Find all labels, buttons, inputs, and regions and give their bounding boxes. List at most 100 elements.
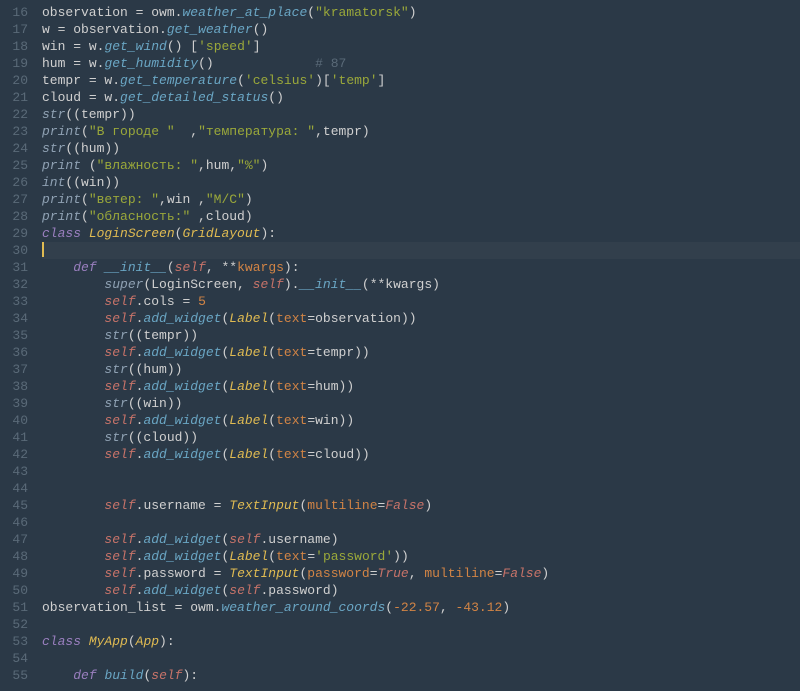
code-line[interactable]: self.add_widget(Label(text=tempr))	[42, 344, 800, 361]
code-token: -43.12	[456, 600, 503, 615]
code-line[interactable]: super(LoginScreen, self).__init__(**kwar…	[42, 276, 800, 293]
line-number: 20	[6, 72, 28, 89]
code-line[interactable]: self.add_widget(Label(text=cloud))	[42, 446, 800, 463]
code-token	[42, 311, 104, 326]
code-token: 5	[198, 294, 206, 309]
code-token: observation	[42, 5, 136, 20]
code-token: ,	[409, 566, 425, 581]
code-token: LoginScreen	[89, 226, 175, 241]
code-line[interactable]: hum = w.get_humidity() # 87	[42, 55, 800, 72]
code-token: __init__	[104, 260, 166, 275]
code-token: (	[81, 124, 89, 139]
code-token: Label	[229, 549, 268, 564]
code-line[interactable]: self.add_widget(self.password)	[42, 582, 800, 599]
code-token: "обласность:"	[89, 209, 190, 224]
code-line[interactable]: class LoginScreen(GridLayout):	[42, 225, 800, 242]
code-line[interactable]: int((win))	[42, 174, 800, 191]
code-token: 'password'	[315, 549, 393, 564]
code-token: text	[276, 447, 307, 462]
code-token: get_temperature	[120, 73, 237, 88]
code-token: class	[42, 634, 89, 649]
code-line[interactable]: print ("влажность: ",hum,"%")	[42, 157, 800, 174]
code-line[interactable]	[42, 514, 800, 531]
code-token	[42, 260, 73, 275]
code-line[interactable]: print("обласность:" ,cloud)	[42, 208, 800, 225]
code-token	[42, 294, 104, 309]
code-line[interactable]: print("В городе " ,"температура: ",tempr…	[42, 123, 800, 140]
code-token: ):	[260, 226, 276, 241]
code-line[interactable]: str((tempr))	[42, 327, 800, 344]
code-token: )[	[315, 73, 331, 88]
line-number: 34	[6, 310, 28, 327]
code-token: =	[73, 39, 81, 54]
code-line[interactable]: def build(self):	[42, 667, 800, 684]
code-token: =	[89, 73, 97, 88]
code-line[interactable]: str((hum))	[42, 361, 800, 378]
code-token: password	[307, 566, 369, 581]
code-token: ()	[253, 22, 269, 37]
code-line[interactable]: w = observation.get_weather()	[42, 21, 800, 38]
code-token	[42, 447, 104, 462]
code-token: =hum))	[307, 379, 354, 394]
code-token: w	[97, 73, 113, 88]
code-line[interactable]: def __init__(self, **kwargs):	[42, 259, 800, 276]
code-token: weather_at_place	[182, 5, 307, 20]
code-line[interactable]: str((cloud))	[42, 429, 800, 446]
code-token	[42, 566, 104, 581]
line-number-gutter: 1617181920212223242526272829303132333435…	[0, 0, 36, 691]
code-token: multiline	[424, 566, 494, 581]
code-line[interactable]: observation_list = owm.weather_around_co…	[42, 599, 800, 616]
code-editor[interactable]: 1617181920212223242526272829303132333435…	[0, 0, 800, 691]
code-token: .cols =	[136, 294, 198, 309]
code-token: super	[104, 277, 143, 292]
code-line[interactable]: str((win))	[42, 395, 800, 412]
code-token: (	[167, 260, 175, 275]
line-number: 55	[6, 667, 28, 684]
line-number: 38	[6, 378, 28, 395]
code-line[interactable]	[42, 650, 800, 667]
line-number: 26	[6, 174, 28, 191]
code-line[interactable]	[42, 480, 800, 497]
code-token: App	[136, 634, 159, 649]
code-line[interactable]: self.username = TextInput(multiline=Fals…	[42, 497, 800, 514]
code-token: )	[541, 566, 549, 581]
code-line[interactable]: str((tempr))	[42, 106, 800, 123]
line-number: 39	[6, 395, 28, 412]
code-line[interactable]	[42, 616, 800, 633]
code-line[interactable]: cloud = w.get_detailed_status()	[42, 89, 800, 106]
code-token: Label	[229, 311, 268, 326]
code-area[interactable]: observation = owm.weather_at_place("kram…	[36, 0, 800, 691]
code-line[interactable]: class MyApp(App):	[42, 633, 800, 650]
code-line[interactable]	[42, 463, 800, 480]
code-line[interactable]: self.add_widget(Label(text='password'))	[42, 548, 800, 565]
code-line[interactable]: self.add_widget(Label(text=win))	[42, 412, 800, 429]
code-token: (	[81, 158, 97, 173]
code-token: (	[268, 447, 276, 462]
code-token: .	[159, 22, 167, 37]
code-token: multiline	[307, 498, 377, 513]
code-line[interactable]: tempr = w.get_temperature('celsius')['te…	[42, 72, 800, 89]
code-line[interactable]	[42, 242, 800, 259]
code-token: str	[104, 362, 127, 377]
code-line[interactable]: observation = owm.weather_at_place("kram…	[42, 4, 800, 21]
code-token: self	[104, 566, 135, 581]
code-line[interactable]: str((hum))	[42, 140, 800, 157]
code-line[interactable]: print("ветер: ",win ,"M/C")	[42, 191, 800, 208]
line-number: 52	[6, 616, 28, 633]
line-number: 22	[6, 106, 28, 123]
code-line[interactable]: self.add_widget(Label(text=hum))	[42, 378, 800, 395]
code-line[interactable]: self.add_widget(self.username)	[42, 531, 800, 548]
line-number: 18	[6, 38, 28, 55]
code-token: (	[268, 311, 276, 326]
code-token: 'temp'	[331, 73, 378, 88]
code-token: Label	[229, 447, 268, 462]
code-token: (**kwargs)	[362, 277, 440, 292]
code-token: self	[104, 379, 135, 394]
code-line[interactable]: self.cols = 5	[42, 293, 800, 310]
code-line[interactable]: self.password = TextInput(password=True,…	[42, 565, 800, 582]
code-line[interactable]: win = w.get_wind() ['speed']	[42, 38, 800, 55]
code-line[interactable]: self.add_widget(Label(text=observation))	[42, 310, 800, 327]
code-token: (	[237, 73, 245, 88]
code-token: add_widget	[143, 532, 221, 547]
code-token: ):	[182, 668, 198, 683]
